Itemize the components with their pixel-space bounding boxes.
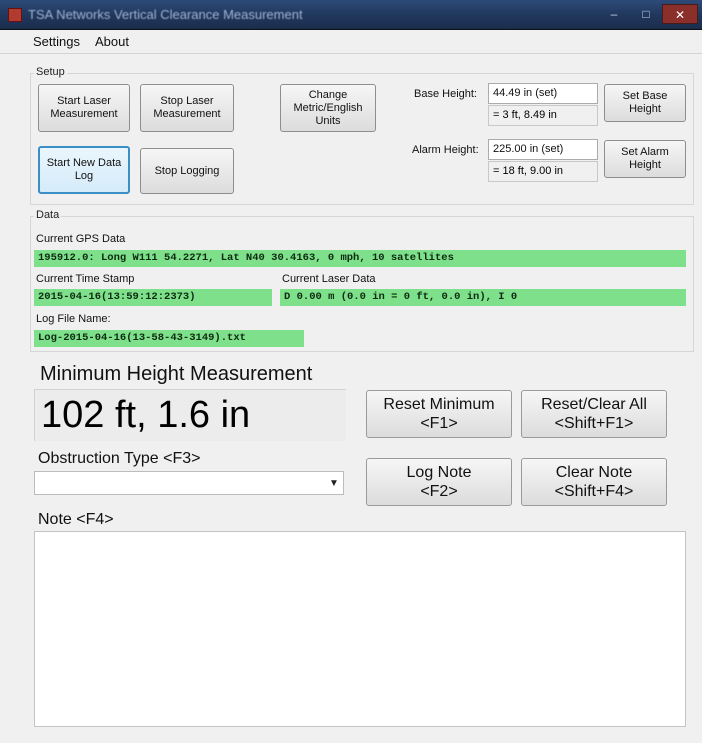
set-base-height-button[interactable]: Set Base Height — [604, 84, 686, 122]
time-stamp-label: Current Time Stamp — [36, 273, 135, 285]
laser-data-value: D 0.00 m (0.0 in = 0 ft, 0.0 in), I 0 — [280, 289, 686, 306]
alarm-height-label: Alarm Height: — [412, 144, 479, 156]
setup-group-title: Setup — [34, 66, 67, 78]
note-textarea[interactable] — [34, 531, 686, 727]
app-icon — [8, 8, 22, 22]
min-height-heading: Minimum Height Measurement — [40, 363, 313, 385]
menu-settings[interactable]: Settings — [33, 34, 80, 49]
set-alarm-height-button[interactable]: Set Alarm Height — [604, 140, 686, 178]
obstruction-type-label: Obstruction Type <F3> — [38, 450, 201, 467]
stop-laser-button[interactable]: Stop Laser Measurement — [140, 84, 234, 132]
log-file-value: Log-2015-04-16(13-58-43-3149).txt — [34, 330, 304, 347]
window-title: TSA Networks Vertical Clearance Measurem… — [28, 7, 303, 22]
log-file-label: Log File Name: — [36, 313, 111, 325]
title-bar[interactable]: TSA Networks Vertical Clearance Measurem… — [0, 0, 702, 30]
laser-data-label: Current Laser Data — [282, 273, 376, 285]
close-button[interactable]: ✕ — [662, 4, 698, 24]
stop-logging-button[interactable]: Stop Logging — [140, 148, 234, 194]
base-height-label: Base Height: — [414, 88, 477, 100]
base-height-converted: = 3 ft, 8.49 in — [488, 105, 598, 126]
obstruction-type-select[interactable]: ▼ — [34, 471, 344, 495]
maximize-button[interactable]: □ — [632, 4, 660, 24]
menu-about[interactable]: About — [95, 34, 129, 49]
min-height-value: 102 ft, 1.6 in — [34, 389, 346, 441]
menu-bar: Settings About — [0, 30, 702, 54]
reset-clear-all-button[interactable]: Reset/Clear All <Shift+F1> — [521, 390, 667, 438]
alarm-height-input[interactable]: 225.00 in (set) — [488, 139, 598, 160]
time-stamp-value: 2015-04-16(13:59:12:2373) — [34, 289, 272, 306]
minimize-button[interactable]: – — [600, 4, 628, 24]
alarm-height-converted: = 18 ft, 9.00 in — [488, 161, 598, 182]
data-group-title: Data — [34, 209, 62, 221]
log-note-button[interactable]: Log Note <F2> — [366, 458, 512, 506]
base-height-input[interactable]: 44.49 in (set) — [488, 83, 598, 104]
note-label: Note <F4> — [38, 511, 114, 528]
change-units-button[interactable]: Change Metric/English Units — [280, 84, 376, 132]
chevron-down-icon: ▼ — [329, 478, 339, 489]
start-laser-button[interactable]: Start Laser Measurement — [38, 84, 130, 132]
reset-minimum-button[interactable]: Reset Minimum <F1> — [366, 390, 512, 438]
start-new-log-button[interactable]: Start New Data Log — [38, 146, 130, 194]
gps-data-label: Current GPS Data — [36, 233, 126, 245]
clear-note-button[interactable]: Clear Note <Shift+F4> — [521, 458, 667, 506]
gps-data-value: 195912.0: Long W111 54.2271, Lat N40 30.… — [34, 250, 686, 267]
